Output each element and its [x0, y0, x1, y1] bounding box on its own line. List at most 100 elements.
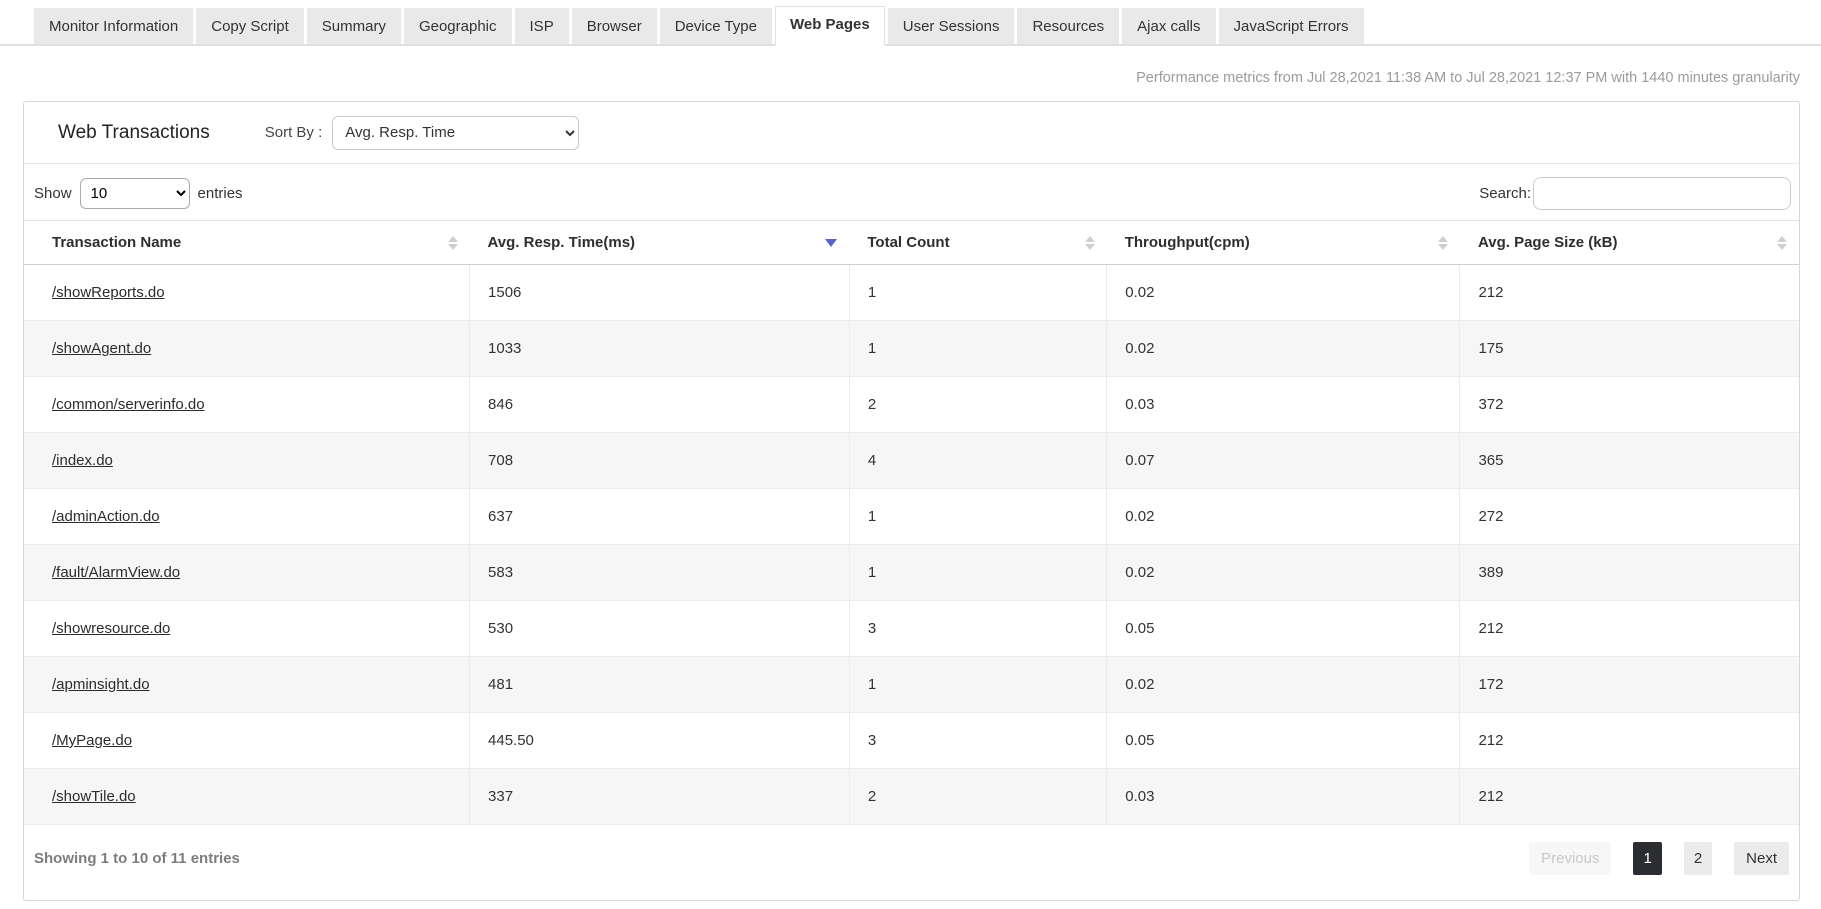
transaction-link[interactable]: /showTile.do: [52, 788, 136, 805]
column-header-label: Avg. Page Size (kB): [1478, 234, 1617, 251]
column-header-label: Transaction Name: [52, 234, 181, 251]
table-row: /index.do 708 4 0.07 365: [24, 433, 1799, 489]
avg-resp-time-cell: 337: [470, 769, 850, 825]
sort-unsorted-icon[interactable]: [1085, 236, 1095, 250]
avg-page-size-cell: 212: [1460, 713, 1799, 769]
transaction-link[interactable]: /MyPage.do: [52, 732, 132, 749]
total-count-cell: 3: [849, 601, 1106, 657]
avg-page-size-cell: 389: [1460, 545, 1799, 601]
avg-resp-time-cell: 637: [470, 489, 850, 545]
tab-javascript-errors[interactable]: JavaScript Errors: [1219, 8, 1364, 44]
throughput-cell: 0.03: [1107, 769, 1460, 825]
avg-resp-time-cell: 445.50: [470, 713, 850, 769]
table-controls: Show 10 entries Search:: [24, 164, 1799, 220]
page-length-select[interactable]: 10: [80, 178, 190, 209]
column-header-avg-page-size[interactable]: Avg. Page Size (kB): [1460, 221, 1799, 265]
transaction-link[interactable]: /fault/AlarmView.do: [52, 564, 180, 581]
transaction-link[interactable]: /showAgent.do: [52, 340, 151, 357]
page-1-button[interactable]: 1: [1633, 842, 1661, 875]
avg-resp-time-cell: 530: [470, 601, 850, 657]
throughput-cell: 0.07: [1107, 433, 1460, 489]
column-header-avg-resp-time[interactable]: Avg. Resp. Time(ms): [470, 221, 850, 265]
total-count-cell: 2: [849, 377, 1106, 433]
avg-resp-time-cell: 481: [470, 657, 850, 713]
avg-page-size-cell: 172: [1460, 657, 1799, 713]
metrics-date-range-note: Performance metrics from Jul 28,2021 11:…: [0, 70, 1800, 86]
web-transactions-table: Transaction Name Avg. Resp. Time(ms) Tot…: [24, 220, 1799, 825]
table-row: /MyPage.do 445.50 3 0.05 212: [24, 713, 1799, 769]
total-count-cell: 1: [849, 545, 1106, 601]
throughput-cell: 0.02: [1107, 657, 1460, 713]
tab-browser[interactable]: Browser: [572, 8, 657, 44]
search-input[interactable]: [1533, 177, 1791, 210]
search-label: Search:: [1479, 185, 1531, 202]
tab-device-type[interactable]: Device Type: [660, 8, 772, 44]
tab-resources[interactable]: Resources: [1017, 8, 1119, 44]
transaction-link[interactable]: /adminAction.do: [52, 508, 160, 525]
next-page-button[interactable]: Next: [1734, 842, 1789, 875]
previous-page-button[interactable]: Previous: [1529, 842, 1611, 875]
tab-web-pages[interactable]: Web Pages: [775, 6, 885, 46]
search-control: Search:: [1479, 177, 1791, 210]
avg-page-size-cell: 365: [1460, 433, 1799, 489]
throughput-cell: 0.02: [1107, 265, 1460, 321]
tab-geographic[interactable]: Geographic: [404, 8, 512, 44]
column-header-label: Avg. Resp. Time(ms): [488, 234, 636, 251]
table-row: /showReports.do 1506 1 0.02 212: [24, 265, 1799, 321]
total-count-cell: 1: [849, 321, 1106, 377]
avg-page-size-cell: 212: [1460, 769, 1799, 825]
throughput-cell: 0.05: [1107, 713, 1460, 769]
throughput-cell: 0.03: [1107, 377, 1460, 433]
table-row: /apminsight.do 481 1 0.02 172: [24, 657, 1799, 713]
avg-resp-time-cell: 1506: [470, 265, 850, 321]
sort-descending-icon[interactable]: [825, 239, 837, 247]
page: Monitor Information Copy Script Summary …: [0, 0, 1821, 909]
column-header-transaction-name[interactable]: Transaction Name: [24, 221, 470, 265]
avg-resp-time-cell: 1033: [470, 321, 850, 377]
sort-by-select[interactable]: Avg. Resp. Time: [332, 116, 579, 150]
throughput-cell: 0.05: [1107, 601, 1460, 657]
avg-resp-time-cell: 846: [470, 377, 850, 433]
transaction-link[interactable]: /apminsight.do: [52, 676, 150, 693]
table-footer: Showing 1 to 10 of 11 entries Previous 1…: [24, 825, 1799, 892]
total-count-cell: 4: [849, 433, 1106, 489]
table-row: /showresource.do 530 3 0.05 212: [24, 601, 1799, 657]
total-count-cell: 2: [849, 769, 1106, 825]
total-count-cell: 1: [849, 489, 1106, 545]
tab-copy-script[interactable]: Copy Script: [196, 8, 304, 44]
table-row: /fault/AlarmView.do 583 1 0.02 389: [24, 545, 1799, 601]
sort-by-label: Sort By :: [265, 124, 323, 141]
transaction-link[interactable]: /showReports.do: [52, 284, 165, 301]
avg-page-size-cell: 272: [1460, 489, 1799, 545]
throughput-cell: 0.02: [1107, 489, 1460, 545]
avg-page-size-cell: 212: [1460, 601, 1799, 657]
total-count-cell: 1: [849, 265, 1106, 321]
web-transactions-panel: Web Transactions Sort By : Avg. Resp. Ti…: [23, 101, 1800, 901]
column-header-total-count[interactable]: Total Count: [849, 221, 1106, 265]
column-header-throughput[interactable]: Throughput(cpm): [1107, 221, 1460, 265]
tab-user-sessions[interactable]: User Sessions: [888, 8, 1015, 44]
showing-entries-status: Showing 1 to 10 of 11 entries: [34, 850, 240, 867]
tab-ajax-calls[interactable]: Ajax calls: [1122, 8, 1215, 44]
transaction-link[interactable]: /showresource.do: [52, 620, 170, 637]
page-2-button[interactable]: 2: [1684, 842, 1712, 875]
avg-page-size-cell: 175: [1460, 321, 1799, 377]
avg-resp-time-cell: 708: [470, 433, 850, 489]
tab-monitor-information[interactable]: Monitor Information: [34, 8, 193, 44]
table-row: /showTile.do 337 2 0.03 212: [24, 769, 1799, 825]
column-header-label: Throughput(cpm): [1125, 234, 1250, 251]
tab-summary[interactable]: Summary: [307, 8, 401, 44]
tab-isp[interactable]: ISP: [515, 8, 569, 44]
throughput-cell: 0.02: [1107, 321, 1460, 377]
page-title: Web Transactions: [58, 122, 210, 144]
sort-unsorted-icon[interactable]: [1438, 236, 1448, 250]
panel-header: Web Transactions Sort By : Avg. Resp. Ti…: [24, 102, 1799, 164]
column-header-label: Total Count: [867, 234, 949, 251]
transaction-link[interactable]: /common/serverinfo.do: [52, 396, 205, 413]
monitor-tabbar: Monitor Information Copy Script Summary …: [0, 0, 1821, 46]
transaction-link[interactable]: /index.do: [52, 452, 113, 469]
sort-unsorted-icon[interactable]: [1777, 236, 1787, 250]
pagination: Previous 1 2 Next: [1529, 842, 1789, 875]
sort-unsorted-icon[interactable]: [448, 236, 458, 250]
show-label: Show: [34, 185, 72, 202]
